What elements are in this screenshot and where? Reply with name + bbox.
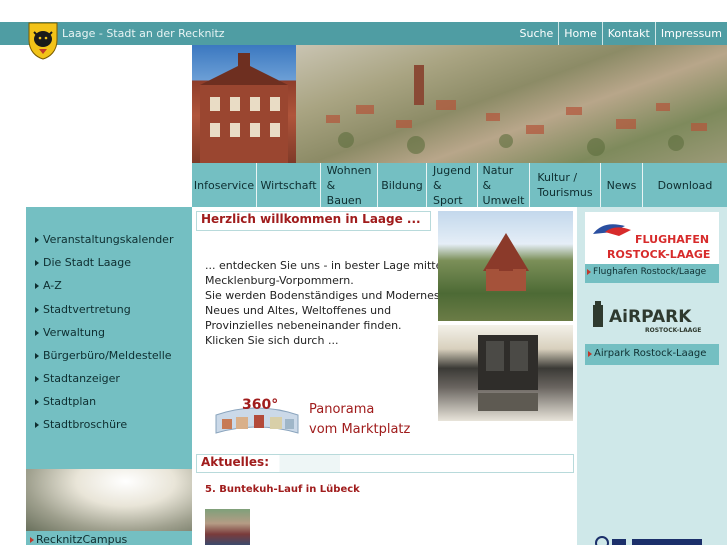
- nav-label: Jugend & Sport: [433, 163, 471, 208]
- sidebar-item-die-stadt-laage[interactable]: Die Stadt Laage: [35, 256, 131, 269]
- nav-label-line2: & Sport: [433, 178, 463, 207]
- news-section-title: Aktuelles:: [201, 455, 269, 469]
- coat-of-arms-logo[interactable]: [26, 20, 60, 60]
- sidebar-item-stadtbroschuere[interactable]: Stadtbroschüre: [35, 418, 127, 431]
- sidebar-item-label: Stadtplan: [43, 395, 97, 408]
- airpark-logo-line1: AiRPARK: [609, 307, 692, 327]
- top-navigation: Suche Home Kontakt Impressum: [515, 22, 727, 45]
- nav-natur-umwelt[interactable]: Natur & Umwelt: [478, 163, 530, 207]
- nav-label-line2: Umwelt: [482, 193, 525, 207]
- sidebar-item-label: Verwaltung: [43, 326, 105, 339]
- welcome-heading: Herzlich willkommen in Laage ...: [201, 212, 421, 226]
- airpark-link-label: Airpark Rostock-Laage: [594, 348, 707, 359]
- nav-news[interactable]: News: [601, 163, 643, 207]
- news-thumbnail[interactable]: [205, 509, 250, 545]
- sidebar-item-a-z[interactable]: A-Z: [35, 279, 62, 292]
- nav-label: Kultur / Tourismus: [537, 170, 592, 200]
- welcome-text-line: Sie werden Bodenständiges und Modernes,: [205, 289, 444, 302]
- arrow-right-icon: [588, 350, 592, 357]
- nav-download[interactable]: Download: [643, 163, 727, 207]
- welcome-text-line: Mecklenburg-Vorpommern.: [205, 274, 354, 287]
- sidebar-item-stadtplan[interactable]: Stadtplan: [35, 395, 96, 408]
- town-hall-photo: [192, 45, 296, 163]
- arrow-right-icon: [35, 352, 39, 359]
- welcome-text-line: Neues und Altes, Weltoffenes und: [205, 304, 392, 317]
- half-timbered-building-photo: [438, 325, 573, 421]
- arrow-right-icon: [30, 536, 34, 543]
- news-headline-link[interactable]: 5. Buntekuh-Lauf in Lübeck: [205, 484, 360, 495]
- sidebar-item-buergerbuero[interactable]: Bürgerbüro/Meldestelle: [35, 349, 172, 362]
- nav-label: News: [606, 178, 637, 192]
- nav-label-line1: Kultur /: [537, 171, 578, 184]
- arrow-right-icon: [35, 282, 39, 289]
- top-nav-impressum[interactable]: Impressum: [654, 22, 727, 45]
- arrow-right-icon: [35, 398, 39, 405]
- recknitz-campus-link[interactable]: RecknitzCampus: [30, 533, 127, 546]
- recknitz-campus-photo[interactable]: [26, 469, 192, 531]
- church-photo: [438, 211, 573, 321]
- nav-label: Bildung: [381, 178, 423, 192]
- sidebar-item-label: Stadtanzeiger: [43, 372, 120, 385]
- nav-kultur-tourismus[interactable]: Kultur / Tourismus: [530, 163, 601, 207]
- airpark-logo-line2: ROSTOCK-LAAGE: [645, 327, 701, 334]
- sidebar-item-label: Bürgerbüro/Meldestelle: [43, 349, 172, 362]
- nav-label-line1: Wohnen: [326, 163, 372, 177]
- airpark-logo[interactable]: AiRPARK ROSTOCK-LAAGE: [585, 295, 719, 343]
- panorama-line1: Panorama: [309, 402, 375, 417]
- welcome-text-line: Provinzielles nebeneinander finden.: [205, 319, 402, 332]
- airpark-link[interactable]: Airpark Rostock-Laage: [588, 348, 706, 359]
- panorama-link[interactable]: Panorama vom Marktplatz: [309, 400, 410, 440]
- sidebar-item-label: Veranstaltungskalender: [43, 233, 174, 246]
- top-nav-suche[interactable]: Suche: [515, 22, 559, 45]
- flughafen-link[interactable]: Flughafen Rostock/Laage: [587, 267, 706, 277]
- top-nav-home[interactable]: Home: [558, 22, 601, 45]
- arrow-right-icon: [35, 259, 39, 266]
- nav-wirtschaft[interactable]: Wirtschaft: [257, 163, 321, 207]
- sidebar-item-label: Stadtvertretung: [43, 303, 131, 316]
- nav-label-line2: Tourismus: [537, 186, 593, 199]
- arrow-right-icon: [587, 269, 591, 275]
- welcome-text-line: ... entdecken Sie uns - in bester Lage m…: [205, 259, 463, 272]
- nav-wohnen-bauen[interactable]: Wohnen & Bauen: [321, 163, 378, 207]
- arrow-right-icon: [35, 329, 39, 336]
- arrow-right-icon: [35, 375, 39, 382]
- nav-infoservice[interactable]: Infoservice: [192, 163, 257, 207]
- campus-link-label: RecknitzCampus: [36, 533, 128, 546]
- top-nav-kontakt[interactable]: Kontakt: [601, 22, 655, 45]
- sidebar-item-label: Die Stadt Laage: [43, 256, 131, 269]
- nav-jugend-sport[interactable]: Jugend & Sport: [427, 163, 478, 207]
- partner-logo[interactable]: [592, 534, 704, 545]
- nav-label-line1: Natur &: [482, 163, 514, 192]
- panorama-badge: 360°: [242, 397, 278, 413]
- panorama-line2: vom Marktplatz: [309, 422, 411, 437]
- sidebar-item-stadtvertretung[interactable]: Stadtvertretung: [35, 303, 131, 316]
- nav-label: Wohnen & Bauen: [327, 163, 372, 208]
- main-navigation: Infoservice Wirtschaft Wohnen & Bauen Bil…: [192, 163, 727, 207]
- flughafen-link-label: Flughafen Rostock/Laage: [593, 267, 707, 277]
- sidebar-item-veranstaltungskalender[interactable]: Veranstaltungskalender: [35, 233, 173, 246]
- nav-label-line2: & Bauen: [326, 178, 362, 207]
- flughafen-logo-line2: ROSTOCK-LAAGE: [607, 248, 710, 261]
- sidebar-item-label: A-Z: [43, 279, 62, 292]
- aerial-town-photo: [296, 45, 727, 163]
- nav-label-line1: Jugend: [433, 163, 471, 177]
- nav-bildung[interactable]: Bildung: [378, 163, 427, 207]
- welcome-text-line: Klicken Sie sich durch ...: [205, 334, 339, 347]
- nav-label: Download: [657, 178, 713, 192]
- nav-label: Natur & Umwelt: [483, 163, 525, 208]
- flughafen-logo[interactable]: FLUGHAFEN ROSTOCK-LAAGE: [585, 212, 719, 264]
- nav-label: Wirtschaft: [260, 178, 317, 192]
- sidebar-item-label: Stadtbroschüre: [43, 418, 128, 431]
- flughafen-logo-line1: FLUGHAFEN: [635, 233, 709, 246]
- sidebar-item-stadtanzeiger[interactable]: Stadtanzeiger: [35, 372, 120, 385]
- sidebar-item-verwaltung[interactable]: Verwaltung: [35, 326, 105, 339]
- arrow-right-icon: [35, 421, 39, 428]
- arrow-right-icon: [35, 306, 39, 313]
- panorama-360-image[interactable]: 360°: [214, 393, 300, 439]
- site-title[interactable]: Laage - Stadt an der Recknitz: [62, 27, 225, 40]
- nav-label: Infoservice: [193, 178, 255, 192]
- arrow-right-icon: [35, 236, 39, 243]
